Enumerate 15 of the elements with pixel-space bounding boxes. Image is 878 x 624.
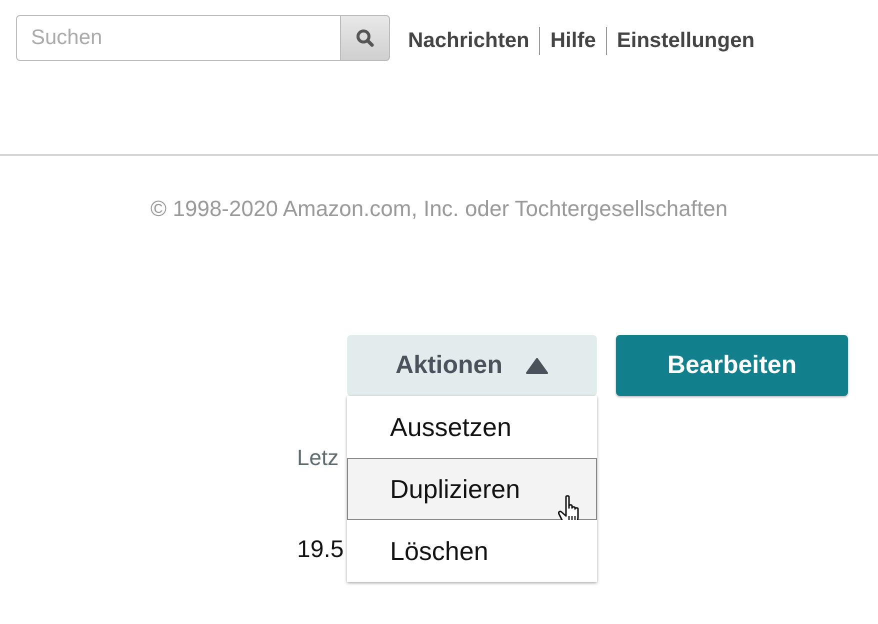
caret-icon [526,358,548,374]
field-value: 19.5 [297,535,344,565]
edit-button[interactable]: Bearbeiten [616,335,848,396]
menu-item[interactable]: Aussetzen [347,396,597,458]
search-field[interactable]: Suchen [16,15,340,61]
menu-item[interactable]: Löschen [347,520,597,582]
search-button[interactable] [340,15,390,61]
actions-dropdown-button[interactable]: Aktionen [347,335,597,396]
menu-item[interactable]: Duplizieren [347,458,597,520]
nav-link[interactable]: Hilfe [540,28,606,54]
nav-link[interactable]: Einstellungen [606,28,765,54]
search-icon [356,29,374,47]
field-label: Letz [297,445,339,470]
copyright-text: © 1998-2020 Amazon.com, Inc. oder Tochtergesellschaften [150,196,728,221]
nav-link[interactable]: Nachrichten [398,28,540,54]
